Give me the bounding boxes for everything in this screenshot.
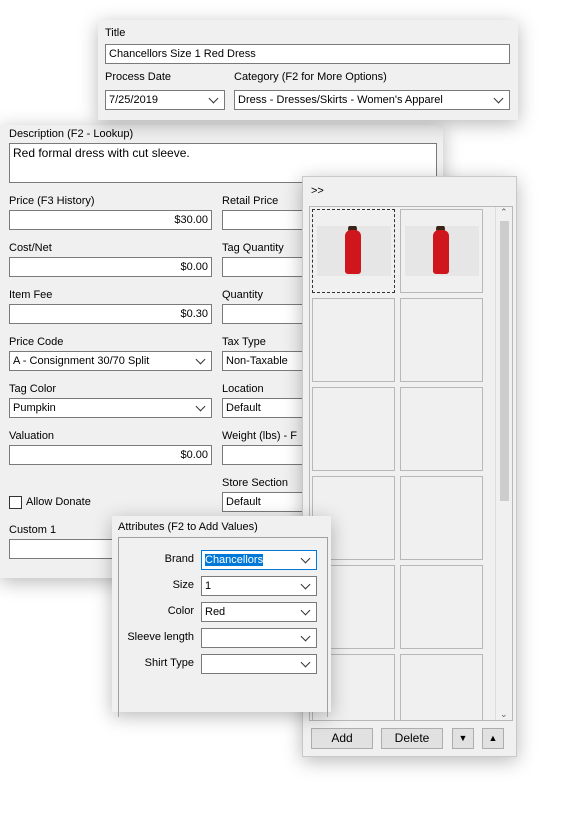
tag-quantity-input[interactable] <box>222 257 312 277</box>
cost-label: Cost/Net <box>9 242 52 254</box>
attributes-title: Attributes (F2 to Add Values) <box>118 521 258 533</box>
price-code-select[interactable]: A - Consignment 30/70 Split <box>9 351 212 371</box>
price-input[interactable]: $30.00 <box>9 210 212 230</box>
brand-select[interactable]: Chancellors <box>201 550 317 570</box>
item-fee-label: Item Fee <box>9 289 53 301</box>
item-fee-input[interactable]: $0.30 <box>9 304 212 324</box>
color-select[interactable]: Red <box>201 602 317 622</box>
tag-color-select[interactable]: Pumpkin <box>9 398 212 418</box>
description-label: Description (F2 - Lookup) <box>9 128 134 140</box>
shirt-type-label: Shirt Type <box>144 657 194 669</box>
valuation-label: Valuation <box>9 430 55 442</box>
location-label: Location <box>222 383 264 395</box>
move-up-button[interactable]: ▲ <box>482 728 504 749</box>
quantity-label: Quantity <box>222 289 263 301</box>
triangle-down-icon: ▼ <box>458 733 468 743</box>
category-label: Category (F2 for More Options) <box>234 71 387 83</box>
price-code-label: Price Code <box>9 336 64 348</box>
photo-grid: ⌃ ⌄ <box>309 206 513 721</box>
valuation-input[interactable]: $0.00 <box>9 445 212 465</box>
size-select[interactable]: 1 <box>201 576 317 596</box>
allow-donate-checkbox[interactable] <box>9 496 22 509</box>
brand-label: Brand <box>164 553 194 565</box>
allow-donate-label: Allow Donate <box>26 496 91 508</box>
retail-price-label: Retail Price <box>222 195 279 207</box>
process-date-picker[interactable]: 7/25/2019 <box>105 90 225 110</box>
photo-slot[interactable] <box>400 565 483 649</box>
color-label: Color <box>167 605 194 617</box>
cost-input[interactable]: $0.00 <box>9 257 212 277</box>
brand-value: Chancellors <box>205 554 264 566</box>
tag-color-label: Tag Color <box>9 383 57 395</box>
title-input[interactable]: Chancellors Size 1 Red Dress <box>105 44 510 64</box>
store-section-select[interactable]: Default <box>222 492 312 512</box>
quantity-input[interactable] <box>222 304 312 324</box>
photo-thumbnail[interactable] <box>312 209 395 293</box>
tax-type-label: Tax Type <box>222 336 266 348</box>
attributes-panel: Attributes (F2 to Add Values) Brand Chan… <box>112 516 331 717</box>
photo-slot[interactable] <box>312 387 395 471</box>
category-select[interactable]: Dress - Dresses/Skirts - Women's Apparel <box>234 90 510 110</box>
price-label: Price (F3 History) <box>9 195 95 207</box>
size-label: Size <box>172 579 194 591</box>
photos-panel: >> ⌃ ⌄ Add Delete ▼ ▲ <box>302 176 517 757</box>
photo-thumbnail[interactable] <box>400 209 483 293</box>
expand-button[interactable]: >> <box>311 185 324 197</box>
scroll-down-icon[interactable]: ⌄ <box>500 709 508 720</box>
scrollbar-thumb[interactable] <box>500 221 509 501</box>
weight-input[interactable] <box>222 445 312 465</box>
photo-slot[interactable] <box>400 654 483 720</box>
delete-photo-button[interactable]: Delete <box>381 728 443 749</box>
custom1-label: Custom 1 <box>9 524 57 536</box>
photo-slot[interactable] <box>400 476 483 560</box>
photo-slot[interactable] <box>400 387 483 471</box>
location-select[interactable]: Default <box>222 398 312 418</box>
vertical-scrollbar[interactable]: ⌃ ⌄ <box>495 207 512 720</box>
sleeve-length-select[interactable] <box>201 628 317 648</box>
sleeve-length-label: Sleeve length <box>127 631 194 643</box>
move-down-button[interactable]: ▼ <box>452 728 474 749</box>
title-label: Title <box>105 27 126 39</box>
photo-slot[interactable] <box>400 298 483 382</box>
weight-label: Weight (lbs) - F <box>222 430 297 442</box>
tag-quantity-label: Tag Quantity <box>222 242 284 254</box>
photo-slot[interactable] <box>312 298 395 382</box>
tax-type-select[interactable]: Non-Taxable <box>222 351 312 371</box>
header-panel: Title Chancellors Size 1 Red Dress Proce… <box>98 20 518 120</box>
scroll-up-icon[interactable]: ⌃ <box>500 207 508 218</box>
process-date-label: Process Date <box>105 71 172 83</box>
shirt-type-select[interactable] <box>201 654 317 674</box>
store-section-label: Store Section <box>222 477 289 489</box>
triangle-up-icon: ▲ <box>488 733 498 743</box>
retail-price-input[interactable] <box>222 210 312 230</box>
attributes-group: Brand Chancellors Size 1 Color Red Sleev… <box>118 537 328 717</box>
add-photo-button[interactable]: Add <box>311 728 373 749</box>
